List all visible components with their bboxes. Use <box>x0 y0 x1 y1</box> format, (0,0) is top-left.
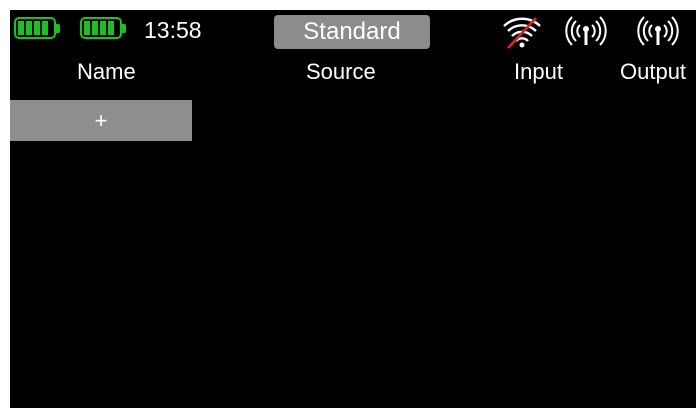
battery-1-icon <box>14 17 62 41</box>
column-header-output: Output <box>620 59 687 84</box>
clock: 13:58 <box>144 17 202 43</box>
mode-button[interactable]: Standard <box>274 15 430 49</box>
output-signal-icon <box>636 12 680 50</box>
wifi-disabled-icon <box>500 12 544 50</box>
battery-2-icon <box>80 17 128 41</box>
column-header-source: Source <box>306 59 376 84</box>
add-entry-button[interactable]: + <box>10 100 192 141</box>
column-header-input: Input <box>514 59 563 84</box>
device-screen: 13:58 Standard Name Source Input Output … <box>10 10 696 408</box>
input-signal-icon <box>564 12 608 50</box>
column-header-name: Name <box>77 59 136 84</box>
